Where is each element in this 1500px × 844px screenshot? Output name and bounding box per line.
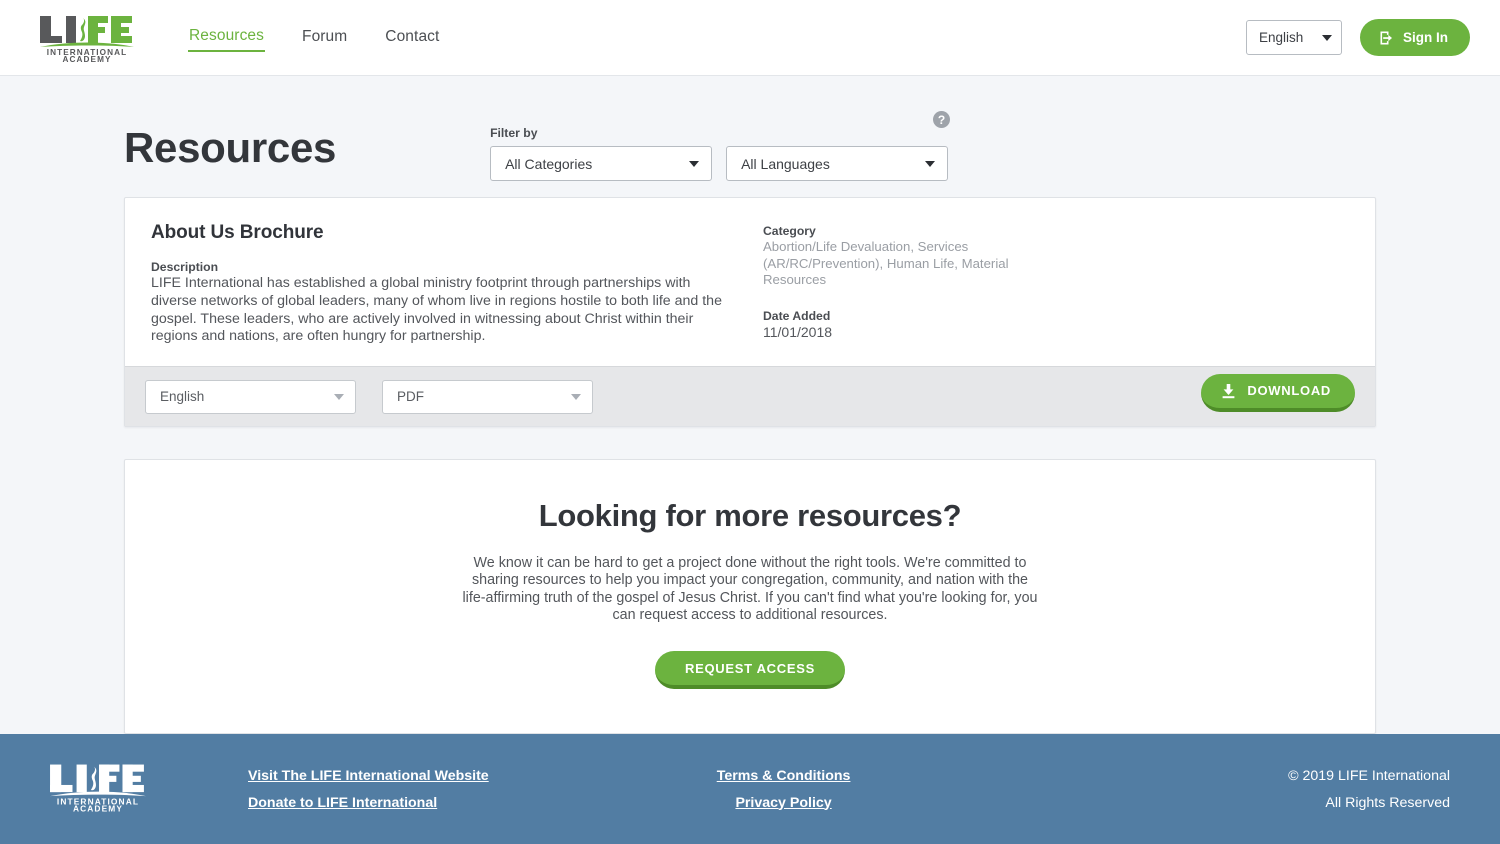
chevron-down-icon (334, 393, 344, 400)
download-language-select[interactable]: English (145, 379, 356, 414)
footer-logo-line2: ACADEMY (73, 803, 123, 812)
page-content: Resources ? Filter by All Categories All… (0, 76, 1500, 735)
footer-logo[interactable]: INTERNATIONAL ACADEMY (48, 762, 148, 817)
download-icon (1223, 383, 1235, 398)
download-format-value: PDF (397, 389, 424, 405)
life-international-academy-logo[interactable]: INTERNATIONAL ACADEMY (38, 14, 136, 62)
language-filter-value: All Languages (741, 155, 830, 172)
download-button-label: DOWNLOAD (1247, 383, 1331, 399)
resource-download-bar: English PDF DOWNLOAD (125, 366, 1375, 427)
main-nav: Resources Forum Contact (188, 24, 440, 52)
chevron-down-icon (571, 393, 581, 400)
nav-item-contact[interactable]: Contact (384, 25, 440, 51)
nav-item-resources[interactable]: Resources (188, 24, 265, 52)
logo-line2: ACADEMY (62, 55, 111, 62)
site-footer: INTERNATIONAL ACADEMY Visit The LIFE Int… (0, 734, 1500, 844)
footer-links-primary: Visit The LIFE International Website Don… (248, 768, 489, 811)
header-language-value: English (1259, 30, 1304, 45)
header-actions: English Sign In (1246, 19, 1470, 56)
filter-bar: ? Filter by All Categories All Languages (490, 111, 951, 181)
copyright-line-2: All Rights Reserved (1325, 794, 1450, 811)
footer-copyright: © 2019 LIFE International All Rights Res… (1288, 768, 1450, 811)
request-access-button[interactable]: REQUEST ACCESS (655, 651, 845, 690)
sign-in-label: Sign In (1403, 30, 1448, 45)
footer-link-terms[interactable]: Terms & Conditions (717, 768, 851, 784)
footer-link-donate[interactable]: Donate to LIFE International (248, 795, 489, 811)
download-language-value: English (160, 389, 205, 405)
resource-details: About Us Brochure Description LIFE Inter… (151, 222, 741, 346)
resource-card: About Us Brochure Description LIFE Inter… (124, 197, 1376, 428)
date-added-block: Date Added 11/01/2018 (763, 309, 1063, 340)
request-access-card: Looking for more resources? We know it c… (124, 459, 1376, 735)
date-added-label: Date Added (763, 308, 831, 323)
site-header: INTERNATIONAL ACADEMY Resources Forum Co… (0, 0, 1500, 76)
resource-card-body: About Us Brochure Description LIFE Inter… (125, 198, 1375, 366)
description-label: Description (151, 260, 219, 274)
login-icon (1380, 31, 1392, 44)
footer-logo-graphic: INTERNATIONAL ACADEMY (50, 764, 146, 813)
category-filter-select[interactable]: All Categories (490, 146, 713, 181)
resource-description: LIFE International has established a glo… (151, 275, 722, 345)
language-filter-select[interactable]: All Languages (726, 146, 949, 181)
logo-graphic: INTERNATIONAL ACADEMY (40, 15, 134, 62)
date-added-value: 11/01/2018 (763, 323, 833, 340)
sign-in-button[interactable]: Sign In (1360, 19, 1470, 56)
page-header-row: Resources ? Filter by All Categories All… (124, 76, 1376, 181)
cta-text: We know it can be hard to get a project … (462, 555, 1038, 624)
resource-categories: Abortion/Life Devaluation, Services (AR/… (763, 239, 1009, 287)
footer-links-legal: Terms & Conditions Privacy Policy (717, 768, 851, 811)
footer-link-website[interactable]: Visit The LIFE International Website (248, 768, 489, 784)
help-icon[interactable]: ? (933, 111, 951, 128)
cta-title: Looking for more resources? (538, 498, 962, 534)
page-title: Resources (124, 124, 337, 171)
filter-by-label: Filter by (490, 126, 538, 140)
footer-link-privacy[interactable]: Privacy Policy (735, 795, 831, 811)
category-filter-value: All Categories (505, 155, 593, 172)
copyright-line-1: © 2019 LIFE International (1288, 767, 1450, 784)
chevron-down-icon (1322, 34, 1332, 41)
download-format-select[interactable]: PDF (382, 379, 593, 414)
chevron-down-icon (689, 160, 700, 167)
nav-item-forum[interactable]: Forum (301, 25, 348, 51)
category-label: Category (763, 224, 816, 238)
chevron-down-icon (925, 160, 936, 167)
resource-meta: Category Abortion/Life Devaluation, Serv… (763, 222, 1063, 346)
download-button[interactable]: DOWNLOAD (1201, 373, 1355, 412)
header-language-select[interactable]: English (1246, 20, 1342, 55)
resource-title: About Us Brochure (151, 222, 324, 243)
filter-selects: All Categories All Languages (490, 146, 949, 181)
